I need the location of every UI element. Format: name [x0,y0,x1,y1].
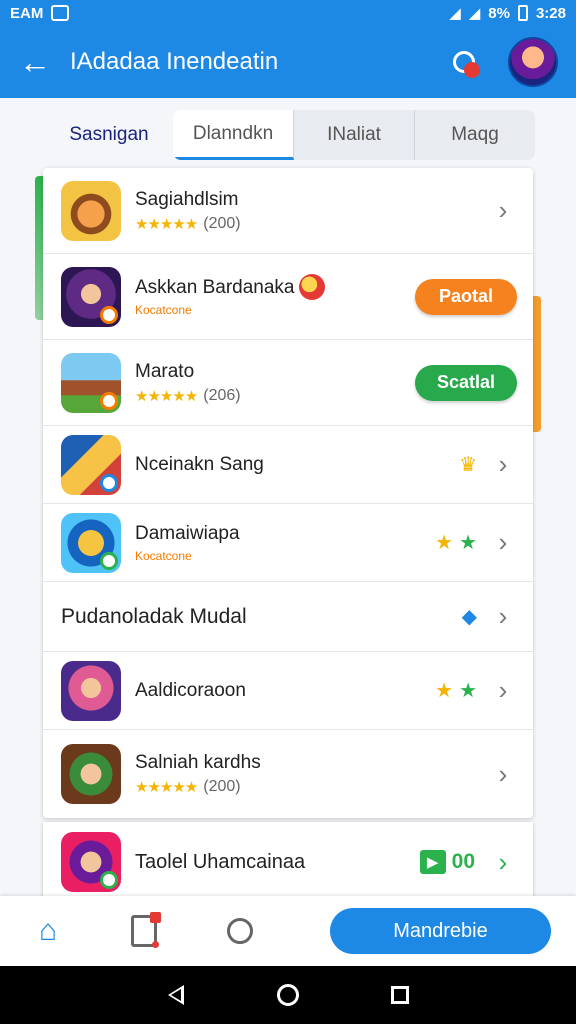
battery-percent: 8% [488,4,510,22]
paotal-button[interactable]: Paotal [415,278,517,315]
star-outline-icon: ★ [459,532,477,554]
nav-inbox[interactable] [96,896,192,966]
list-item-title: Damaiwiapa [135,522,240,544]
list-item[interactable]: Taolel Uhamcainaa ▶ 00 › [43,822,533,902]
scatlal-button[interactable]: Scatlal [415,364,517,401]
star-outline-icon: ★ [459,680,477,702]
side-accent-left [35,176,43,320]
play-icon[interactable]: ▶ [419,850,446,874]
clock: 3:28 [535,4,566,22]
app-bar: ← IAdadaa Inendeatin [0,26,576,98]
candy-icon [299,274,325,300]
list-item-title: Aaldicoraoon [135,679,246,701]
chevron-right-icon[interactable]: › [483,847,523,878]
rating-stars: ★★★★★ [135,779,198,796]
system-nav-bar [0,966,576,1024]
notification-badge [464,62,480,78]
tab-sasnigan[interactable]: Sasnigan [45,110,173,160]
inbox-dot [152,941,159,948]
list-item[interactable]: Marato ★★★★★ (206) Scatlal [43,340,533,426]
nav-home[interactable]: ⌂ [0,896,96,966]
game-icon [61,512,121,573]
status-bar: EAM ◢ ◢ 8% 3:28 [0,0,576,26]
list-item[interactable]: Nceinakn Sang ♛ › [43,426,533,504]
chevron-right-icon[interactable]: › [483,759,523,790]
system-home-button[interactable] [273,980,303,1010]
promo-card[interactable]: Taolel Uhamcainaa ▶ 00 › [43,822,533,902]
game-icon [61,660,121,721]
list-item-title: Pudanoladak Mudal [61,604,247,628]
system-back-button[interactable] [161,980,191,1010]
star-icon: ★ [435,532,454,554]
side-accent-right [533,296,541,432]
triangle-back-icon [168,985,184,1005]
tab-group: Dlanndkn INaliat Maqg [173,110,535,160]
game-icon [61,744,121,804]
home-icon: ⌂ [38,914,58,947]
chevron-right-icon[interactable]: › [483,675,523,706]
back-button[interactable]: ← [0,26,70,98]
game-icon [61,180,121,241]
list-item-title: Taolel Uhamcainaa [135,850,306,873]
rating-stars: ★★★★★ [135,387,198,405]
circle-home-icon [277,984,299,1006]
inbox-badge [150,912,161,923]
list-item-subtext: Kocatcone [135,302,192,317]
list-item-title: Nceinakn Sang [135,453,264,475]
diamond-icon: ◆ [461,606,477,628]
tab-maqg[interactable]: Maqg [415,110,535,160]
search-notification-button[interactable] [436,34,492,90]
chevron-right-icon[interactable]: › [483,527,523,558]
page-title: IAdadaa Inendeatin [70,48,279,75]
list-item[interactable]: Aaldicoraoon ★ ★ › [43,652,533,730]
signal-icon: ◢ [468,5,481,22]
game-icon [61,434,121,495]
list-item-title: Sagiahdlsim [135,188,239,210]
carrier-label: EAM [10,4,44,22]
tab-inaliat[interactable]: INaliat [294,110,415,160]
list-item-subtext: Kocatcone [135,548,192,563]
game-icon [61,352,121,413]
tab-dlanndkn[interactable]: Dlanndkn [173,110,294,160]
arrow-left-icon: ← [19,43,51,80]
list-item[interactable]: Sagiahdlsim ★★★★★ (200) › [43,168,533,254]
tab-bar: Sasnigan Dlanndkn INaliat Maqg [45,110,535,160]
list-item-title: Askkan Bardanaka [135,276,295,298]
clock-icon [227,918,253,944]
list-item[interactable]: Pudanoladak Mudal ◆ › [43,582,533,652]
rating-count: (200) [203,214,241,232]
list-item-title: Salniah kardhs [135,752,261,773]
nav-history[interactable] [192,896,288,966]
chevron-right-icon[interactable]: › [483,449,523,480]
game-icon [61,832,121,892]
list-item[interactable]: Damaiwiapa Kocatcone ★ ★ › [43,504,533,582]
square-recents-icon [391,986,409,1004]
avatar[interactable] [508,37,558,87]
battery-icon [517,5,528,21]
notification-icon [51,5,70,21]
list-item[interactable]: Askkan Bardanaka Kocatcone Paotal [43,254,533,340]
wifi-icon: ◢ [449,5,461,22]
system-recents-button[interactable] [385,980,415,1010]
loop-icon: 00 [451,850,475,873]
crown-icon: ♛ [459,454,477,476]
game-icon [61,266,121,327]
list-item[interactable]: Salniah kardhs ★★★★★ (200) › [43,730,533,818]
list-item-title: Marato [135,360,195,382]
chevron-right-icon[interactable]: › [483,601,523,632]
rating-count: (206) [203,386,241,404]
chevron-right-icon[interactable]: › [483,195,523,226]
bottom-nav: ⌂ Mandrebie [0,896,576,966]
game-list: Sagiahdlsim ★★★★★ (200) › Askkan Bardana… [43,168,533,818]
rating-count: (200) [203,778,241,795]
rating-stars: ★★★★★ [135,215,198,233]
mandrebie-button[interactable]: Mandrebie [330,908,551,954]
star-icon: ★ [435,680,454,702]
